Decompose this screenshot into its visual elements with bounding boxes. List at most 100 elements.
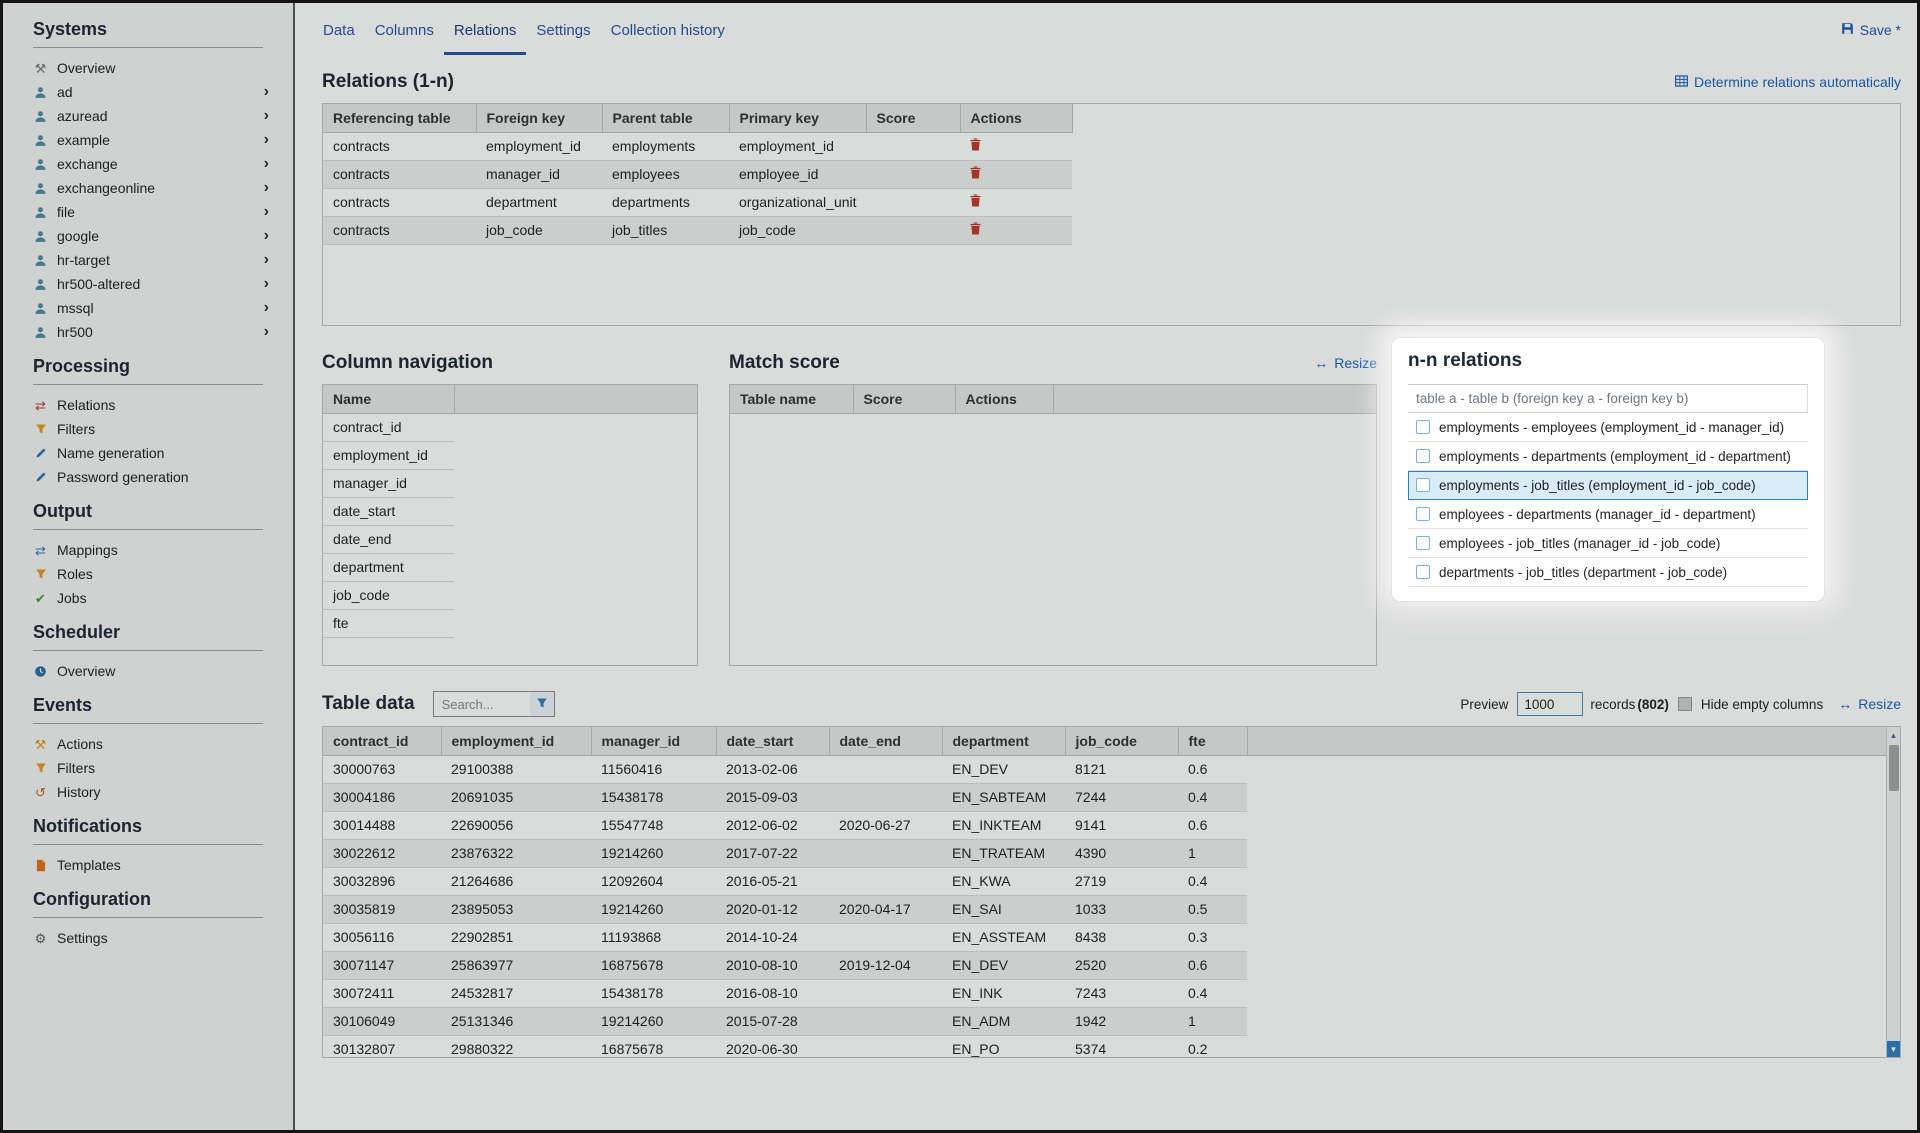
sidebar-item-label: Overview <box>57 60 115 76</box>
scrollbar-thumb[interactable] <box>1889 745 1899 791</box>
sidebar-item-systems-hr500[interactable]: hr500 <box>33 320 273 344</box>
checkbox-icon[interactable] <box>1416 536 1430 550</box>
resize-icon <box>1314 355 1328 371</box>
nn-relation-row[interactable]: employees - job_titles (manager_id - job… <box>1408 529 1808 558</box>
search-box <box>433 691 555 717</box>
column-header-fte: fte <box>1178 727 1247 755</box>
sidebar-item-events-actions[interactable]: ⚒Actions <box>33 732 273 756</box>
cell: manager_id <box>476 160 602 188</box>
cell: 0.5 <box>1178 895 1247 923</box>
sidebar-item-output-jobs[interactable]: ✔Jobs <box>33 586 273 610</box>
sidebar-item-processing-relations[interactable]: ⇄Relations <box>33 393 273 417</box>
column-nav-row[interactable]: date_end <box>323 525 697 553</box>
column-nav-row[interactable]: department <box>323 553 697 581</box>
sidebar-item-systems-google[interactable]: google <box>33 224 273 248</box>
column-nav-row[interactable]: fte <box>323 609 697 637</box>
cell: EN_PO <box>942 1035 1065 1058</box>
sidebar-item-systems-hr500-altered[interactable]: hr500-altered <box>33 272 273 296</box>
tab-collection-history[interactable]: Collection history <box>601 6 735 55</box>
checkbox-icon[interactable] <box>1416 565 1430 579</box>
cell: 2020-06-27 <box>829 811 942 839</box>
delete-relation-button[interactable] <box>970 138 981 154</box>
determine-relations-link[interactable]: Determine relations automatically <box>1675 74 1901 90</box>
sidebar-item-events-filters[interactable]: Filters <box>33 756 273 780</box>
table-data-resize-link[interactable]: Resize <box>1838 696 1901 712</box>
relations-table: Referencing tableForeign keyParent table… <box>323 104 1073 245</box>
column-header-score: Score <box>853 385 955 413</box>
sidebar-item-systems-ad[interactable]: ad <box>33 80 273 104</box>
user-icon <box>33 230 48 243</box>
sidebar-item-label: Overview <box>57 663 115 679</box>
sidebar-item-processing-filters[interactable]: Filters <box>33 417 273 441</box>
column-nav-row[interactable]: manager_id <box>323 469 697 497</box>
cell: 20691035 <box>441 783 591 811</box>
save-button[interactable]: Save * <box>1841 22 1901 38</box>
sidebar-item-output-mappings[interactable]: ⇄Mappings <box>33 538 273 562</box>
cell-filler <box>454 553 697 581</box>
nn-relation-label: departments - job_titles (department - j… <box>1439 565 1727 580</box>
column-nav-row[interactable]: contract_id <box>323 413 697 441</box>
sidebar-item-systems-hr-target[interactable]: hr-target <box>33 248 273 272</box>
sidebar-item-processing-password-generation[interactable]: Password generation <box>33 465 273 489</box>
column-nav-row[interactable]: job_code <box>323 581 697 609</box>
cell: 30004186 <box>323 783 441 811</box>
cell <box>829 783 942 811</box>
nn-relation-row[interactable]: employees - departments (manager_id - de… <box>1408 500 1808 529</box>
sidebar-item-systems-example[interactable]: example <box>33 128 273 152</box>
cell: EN_DEV <box>942 951 1065 979</box>
sidebar-item-label: hr-target <box>57 252 110 268</box>
preview-count-input[interactable] <box>1517 692 1583 716</box>
nn-relation-row[interactable]: employments - employees (employment_id -… <box>1408 413 1808 442</box>
sidebar-item-systems-overview[interactable]: ⚒Overview <box>33 56 273 80</box>
sidebar-item-output-roles[interactable]: Roles <box>33 562 273 586</box>
cell: department <box>476 188 602 216</box>
cell: 2020-04-17 <box>829 895 942 923</box>
column-nav-row[interactable]: date_start <box>323 497 697 525</box>
nn-relation-label: employments - departments (employment_id… <box>1439 449 1791 464</box>
checkbox-icon[interactable] <box>1416 507 1430 521</box>
sidebar-item-label: hr500-altered <box>57 276 140 292</box>
table-header-row: Referencing tableForeign keyParent table… <box>323 104 1072 132</box>
sidebar-item-systems-exchangeonline[interactable]: exchangeonline <box>33 176 273 200</box>
template-icon <box>33 859 48 872</box>
checkbox-icon[interactable] <box>1416 420 1430 434</box>
search-filter-button[interactable] <box>530 692 554 716</box>
match-score-resize-link[interactable]: Resize <box>1314 355 1377 371</box>
match-score-section: Match score Resize Table nameScoreAction… <box>729 350 1377 666</box>
checkbox-icon[interactable] <box>1416 478 1430 492</box>
sidebar-item-configuration-settings[interactable]: ⚙Settings <box>33 926 273 950</box>
sidebar-item-events-history[interactable]: ↺History <box>33 780 273 804</box>
sidebar-item-systems-mssql[interactable]: mssql <box>33 296 273 320</box>
cell: 30106049 <box>323 1007 441 1035</box>
sidebar-item-processing-name-generation[interactable]: Name generation <box>33 441 273 465</box>
vertical-scrollbar[interactable] <box>1886 727 1900 1057</box>
delete-relation-button[interactable] <box>970 166 981 182</box>
sidebar-item-systems-azuread[interactable]: azuread <box>33 104 273 128</box>
cell: 22902851 <box>441 923 591 951</box>
nn-relation-row[interactable]: departments - job_titles (department - j… <box>1408 558 1808 587</box>
sidebar-item-systems-file[interactable]: file <box>33 200 273 224</box>
delete-relation-button[interactable] <box>970 194 981 210</box>
cell <box>866 188 960 216</box>
nn-relation-row[interactable]: employments - departments (employment_id… <box>1408 442 1808 471</box>
nn-relation-row[interactable]: employments - job_titles (employment_id … <box>1408 471 1808 500</box>
hide-empty-columns-checkbox[interactable] <box>1678 697 1692 711</box>
column-nav-row[interactable]: employment_id <box>323 441 697 469</box>
user-icon <box>33 110 48 123</box>
scroll-down-icon[interactable] <box>1887 1041 1900 1057</box>
sidebar-item-scheduler-overview[interactable]: Overview <box>33 659 273 683</box>
sidebar-item-systems-exchange[interactable]: exchange <box>33 152 273 176</box>
tab-data[interactable]: Data <box>313 6 365 55</box>
data-row: 3000076329100388115604162013-02-06EN_DEV… <box>323 755 1886 783</box>
tab-settings[interactable]: Settings <box>526 6 600 55</box>
tab-relations[interactable]: Relations <box>444 6 527 55</box>
sidebar-item-notifications-templates[interactable]: Templates <box>33 853 273 877</box>
checkbox-icon[interactable] <box>1416 449 1430 463</box>
cell <box>960 188 1072 216</box>
tab-columns[interactable]: Columns <box>365 6 444 55</box>
scroll-up-icon[interactable] <box>1887 727 1900 743</box>
cell: 0.2 <box>1178 1035 1247 1058</box>
cell: 2520 <box>1065 951 1178 979</box>
relation-row: contractsmanager_idemployeesemployee_id <box>323 160 1072 188</box>
delete-relation-button[interactable] <box>970 222 981 238</box>
